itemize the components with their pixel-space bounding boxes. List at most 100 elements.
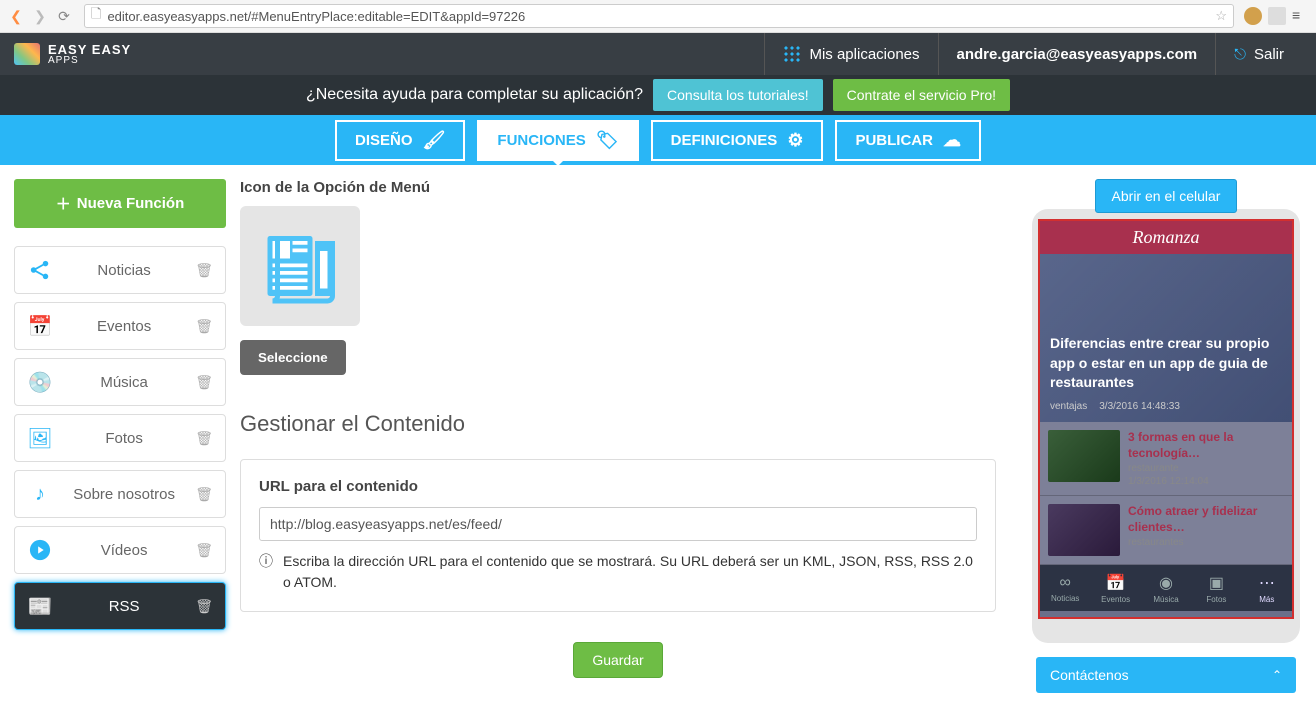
preview-panel: Abrir en el celular Romanza Diferencias … [1016,165,1316,707]
pro-service-button[interactable]: Contrate el servicio Pro! [833,79,1010,111]
logout-icon: ⎋ [1234,46,1246,63]
news-icon: 📰 [27,593,53,619]
hero-date: 3/3/2016 14:48:33 [1099,401,1180,412]
gear-icon: ⚙ [787,130,803,151]
sidebar-item-label: Eventos [67,318,181,335]
url-bar[interactable]: 🗋 editor.easyeasyapps.net/#MenuEntryPlac… [84,4,1234,28]
sidebar-item-rss[interactable]: 📰 RSS 🗑 [14,582,226,630]
disc-icon: 💿 [27,369,53,395]
brand-logo[interactable]: EASY EASY APPS [14,43,131,66]
new-function-button[interactable]: ＋ Nueva Función [14,179,226,228]
sidebar-item-videos[interactable]: Vídeos 🗑 [14,526,226,574]
news-tag: restaurantes [1128,537,1284,548]
tab-functions-label: FUNCIONES [497,132,585,149]
trash-icon[interactable]: 🗑 [195,542,213,559]
save-button[interactable]: Guardar [573,642,662,678]
newspaper-icon [260,226,340,306]
hero-title: Diferencias entre crear su propio app o … [1050,334,1282,393]
open-on-phone-button[interactable]: Abrir en el celular [1095,179,1238,213]
trash-icon[interactable]: 🗑 [195,318,213,335]
browser-forward[interactable]: ❯ [30,6,50,26]
share-icon [27,257,53,283]
main-tabs: DISEÑO 🖌 FUNCIONES 🏷 DEFINICIONES ⚙ PUBL… [0,115,1316,165]
music-note-icon: ♪ [27,481,53,507]
hero-article[interactable]: Diferencias entre crear su propio app o … [1040,254,1292,422]
sidebar-item-fotos[interactable]: 🖼 Fotos 🗑 [14,414,226,462]
user-email[interactable]: andre.garcia@easyeasyapps.com [938,33,1216,75]
trash-icon[interactable]: 🗑 [195,262,213,279]
sidebar-item-label: Noticias [67,262,181,279]
news-item[interactable]: Cómo atraer y fidelizar clientes… restau… [1040,496,1292,565]
nav-eventos[interactable]: 📅 Eventos [1090,565,1140,611]
url-input[interactable] [259,507,977,541]
logout-label: Salir [1254,46,1284,63]
sidebar-item-noticias[interactable]: Noticias 🗑 [14,246,226,294]
bookmark-star-icon[interactable]: ☆ [1215,8,1227,24]
sidebar: ＋ Nueva Función Noticias 🗑 📅 Eventos 🗑 💿… [0,165,240,707]
sidebar-item-label: Música [67,374,181,391]
tab-design[interactable]: DISEÑO 🖌 [335,120,465,161]
ext-icon[interactable] [1268,7,1286,25]
calendar-icon: 📅 [1106,573,1126,593]
phone-screen: Romanza Diferencias entre crear su propi… [1038,219,1294,619]
url-hint-text: Escriba la dirección URL para el conteni… [283,551,977,593]
image-icon: 🖼 [27,425,53,451]
tab-functions[interactable]: FUNCIONES 🏷 [477,120,638,161]
tab-publish[interactable]: PUBLICAR ☁ [835,120,981,161]
news-title: 3 formas en que la tecnología… [1128,430,1284,461]
nav-label: Eventos [1101,595,1130,604]
share-icon: ∞ [1060,574,1071,592]
url-text: editor.easyeasyapps.net/#MenuEntryPlace:… [107,9,525,24]
trash-icon[interactable]: 🗑 [195,430,213,447]
app-header: Romanza [1040,221,1292,254]
icon-section-title: Icon de la Opción de Menú [240,179,996,196]
browser-back[interactable]: ❮ [6,6,26,26]
my-apps-link[interactable]: Mis aplicaciones [764,33,937,75]
trash-icon[interactable]: 🗑 [195,486,213,503]
tutorials-button[interactable]: Consulta los tutoriales! [653,79,823,111]
plus-icon: ＋ [56,193,71,214]
app-topbar: EASY EASY APPS Mis aplicaciones andre.ga… [0,33,1316,75]
news-thumb [1048,430,1120,482]
browser-chrome: ❮ ❯ ⟳ 🗋 editor.easyeasyapps.net/#MenuEnt… [0,0,1316,33]
news-tag: restaurante [1128,463,1284,474]
cookie-ext-icon[interactable] [1244,7,1262,25]
news-item[interactable]: 3 formas en que la tecnología… restauran… [1040,422,1292,496]
tab-definitions[interactable]: DEFINICIONES ⚙ [651,120,824,161]
trash-icon[interactable]: 🗑 [195,598,213,615]
more-icon: ⋯ [1259,573,1275,593]
tab-publish-label: PUBLICAR [855,132,933,149]
contact-us-button[interactable]: Contáctenos ⌃ [1036,657,1296,693]
new-function-label: Nueva Función [77,195,185,212]
my-apps-label: Mis aplicaciones [809,46,919,63]
apps-grid-icon [783,45,801,63]
main-content: Icon de la Opción de Menú Seleccione Ges… [240,165,1016,707]
contact-label: Contáctenos [1050,667,1129,683]
tab-definitions-label: DEFINICIONES [671,132,778,149]
app-bottom-nav: ∞Noticias 📅 Eventos ◉Música ▣Fotos ⋯ Más [1040,565,1292,611]
sidebar-item-musica[interactable]: 💿 Música 🗑 [14,358,226,406]
browser-reload[interactable]: ⟳ [54,6,74,26]
logo-icon [14,43,40,65]
trash-icon[interactable]: 🗑 [195,374,213,391]
menu-icon[interactable]: ≡ [1292,7,1310,25]
sidebar-item-eventos[interactable]: 📅 Eventos 🗑 [14,302,226,350]
calendar-icon: 📅 [27,313,53,339]
news-date: 1/3/2016 12:14:04 [1128,476,1284,487]
nav-fotos[interactable]: ▣Fotos [1191,565,1241,611]
nav-noticias[interactable]: ∞Noticias [1040,565,1090,611]
menu-icon-preview [240,206,360,326]
nav-label: Música [1153,595,1178,604]
nav-musica[interactable]: ◉Música [1141,565,1191,611]
logout-link[interactable]: ⎋ Salir [1215,33,1302,75]
cloud-upload-icon: ☁ [943,130,961,151]
page-icon: 🗋 [91,5,101,27]
nav-label: Más [1259,595,1274,604]
tab-design-label: DISEÑO [355,132,413,149]
select-icon-button[interactable]: Seleccione [240,340,346,375]
nav-mas[interactable]: ⋯ Más [1242,565,1292,611]
extensions: ≡ [1244,7,1310,25]
image-icon: ▣ [1209,573,1224,593]
phone-frame: Romanza Diferencias entre crear su propi… [1032,209,1300,643]
sidebar-item-sobre[interactable]: ♪ Sobre nosotros 🗑 [14,470,226,518]
